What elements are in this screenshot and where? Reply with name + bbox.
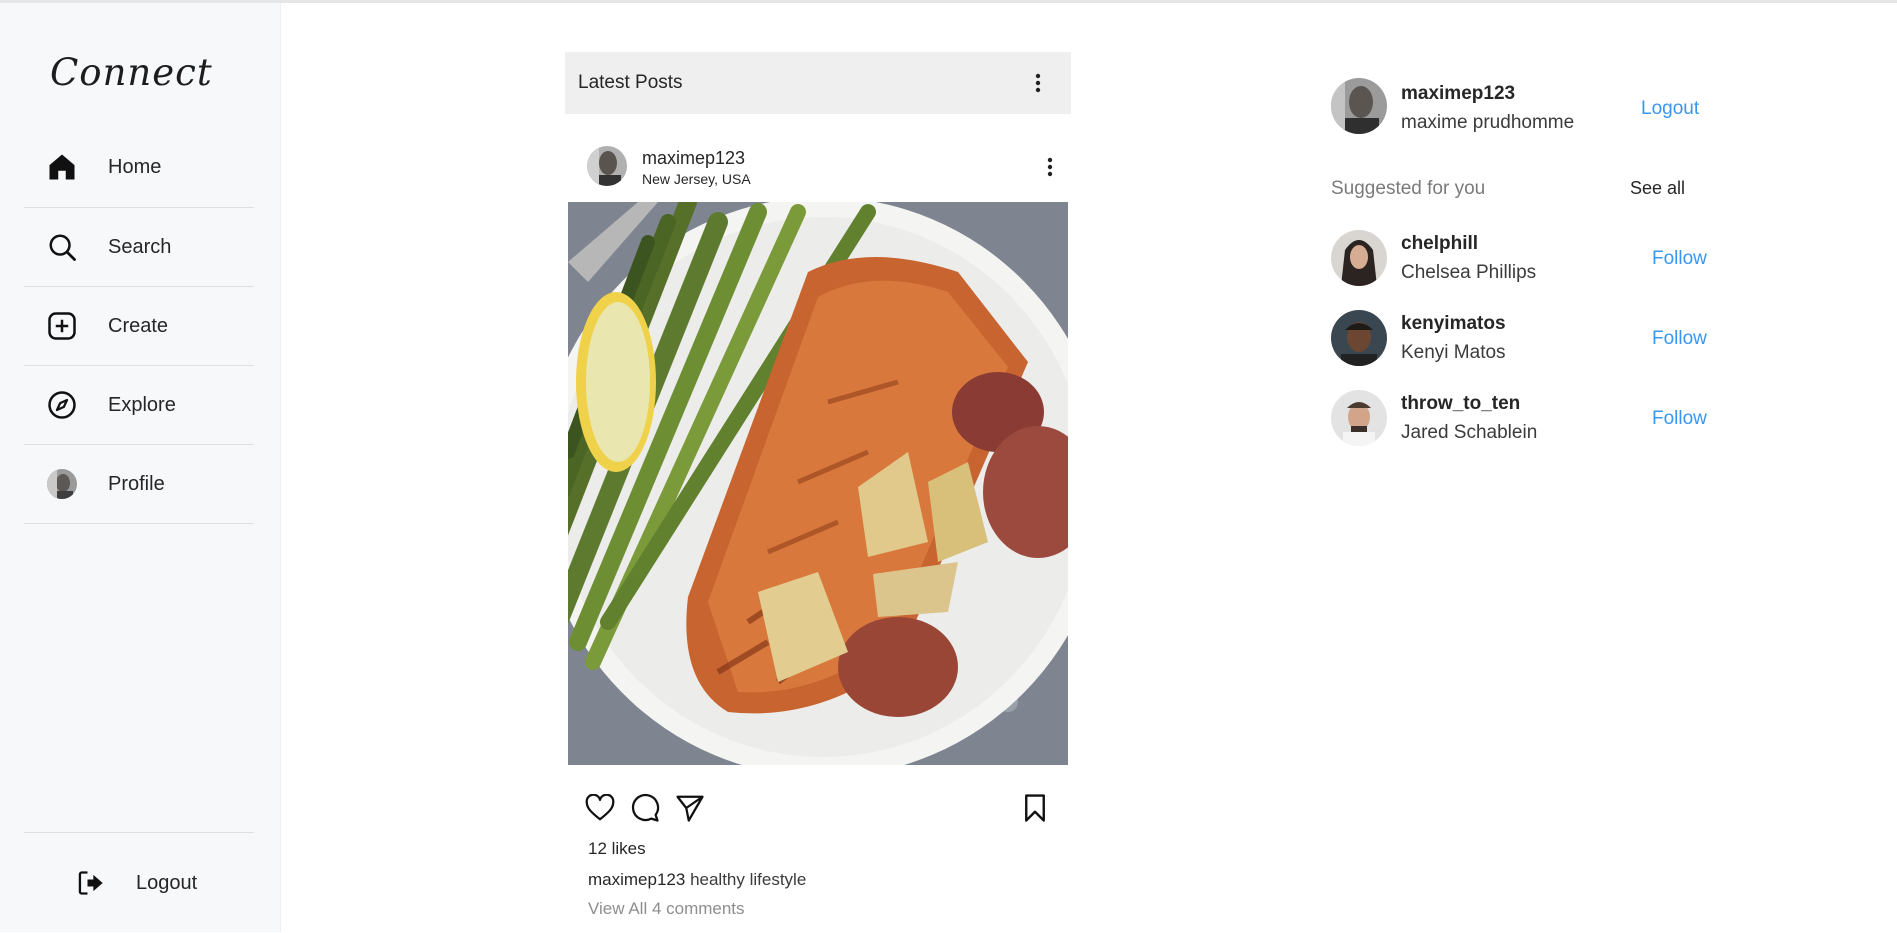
more-options-icon[interactable] — [1035, 152, 1065, 182]
avatar — [46, 468, 78, 500]
sidebar-item-label: Profile — [108, 472, 165, 495]
suggestion-fullname: Chelsea Phillips — [1401, 262, 1537, 283]
suggestion-username[interactable]: throw_to_ten — [1401, 393, 1520, 415]
sidebar-logout[interactable]: Logout — [24, 832, 254, 933]
post-location: New Jersey, USA — [642, 171, 751, 187]
avatar[interactable] — [1331, 310, 1387, 366]
avatar[interactable] — [1331, 78, 1387, 134]
post-header: maximep123 New Jersey, USA — [565, 114, 1071, 202]
caption-text: healthy lifestyle — [690, 870, 807, 889]
home-icon — [46, 151, 78, 183]
follow-button[interactable]: Follow — [1652, 248, 1707, 270]
suggestion-item: throw_to_ten Jared Schablein Follow — [1331, 390, 1731, 448]
salmon-plate-image — [568, 202, 1068, 765]
feed-header: Latest Posts — [565, 52, 1071, 114]
search-icon — [46, 231, 78, 263]
suggestion-fullname: Jared Schablein — [1401, 422, 1538, 443]
follow-button[interactable]: Follow — [1652, 328, 1707, 350]
sidebar-item-label: Create — [108, 314, 169, 337]
caption-username[interactable]: maximep123 — [588, 870, 685, 889]
post-image[interactable] — [568, 202, 1068, 765]
brand-logo[interactable]: Connect — [50, 51, 213, 94]
follow-button[interactable]: Follow — [1652, 408, 1707, 430]
compass-icon — [46, 389, 78, 421]
post-caption: maximep123 healthy lifestyle — [588, 870, 806, 890]
plus-square-icon — [46, 310, 78, 342]
sidebar-item-create[interactable]: Create — [24, 287, 254, 366]
right-panel: maximep123 maxime prudhomme Logout Sugge… — [1331, 78, 1731, 446]
sidebar-item-search[interactable]: Search — [24, 208, 254, 287]
sidebar-item-profile[interactable]: Profile — [24, 445, 254, 524]
post-actions — [565, 787, 1071, 827]
suggestion-username[interactable]: kenyimatos — [1401, 313, 1506, 335]
suggestion-item: kenyimatos Kenyi Matos Follow — [1331, 310, 1731, 368]
more-options-icon[interactable] — [1023, 68, 1053, 98]
suggestion-username[interactable]: chelphill — [1401, 233, 1478, 255]
current-user: maximep123 maxime prudhomme Logout — [1331, 78, 1731, 136]
sidebar-nav: Home Search Create Explore Profile — [24, 127, 254, 524]
suggestions-header: Suggested for you See all — [1331, 178, 1711, 200]
comment-icon[interactable] — [628, 791, 662, 825]
sign-out-icon — [76, 868, 106, 898]
suggestion-item: chelphill Chelsea Phillips Follow — [1331, 230, 1731, 288]
sidebar-logout-label: Logout — [136, 871, 198, 894]
sidebar-item-home[interactable]: Home — [24, 127, 254, 208]
bookmark-icon[interactable] — [1018, 791, 1052, 825]
share-icon[interactable] — [673, 791, 707, 825]
see-all-link[interactable]: See all — [1630, 178, 1685, 199]
sidebar: Connect Home Search Create Explore Profi… — [0, 3, 281, 932]
sidebar-item-label: Search — [108, 235, 172, 258]
likes-count: 12 likes — [588, 839, 646, 858]
suggestions-title: Suggested for you — [1331, 178, 1486, 199]
sidebar-item-label: Explore — [108, 393, 176, 416]
current-fullname: maxime prudhomme — [1401, 112, 1575, 133]
feed-title: Latest Posts — [578, 72, 683, 93]
suggestion-fullname: Kenyi Matos — [1401, 342, 1506, 363]
sidebar-item-explore[interactable]: Explore — [24, 366, 254, 445]
post-card: maximep123 New Jersey, USA 12 likes maxi… — [565, 114, 1071, 918]
avatar[interactable] — [1331, 230, 1387, 286]
logout-link[interactable]: Logout — [1641, 98, 1699, 120]
sidebar-item-label: Home — [108, 155, 162, 178]
avatar[interactable] — [587, 146, 627, 186]
heart-icon[interactable] — [583, 791, 617, 825]
avatar[interactable] — [1331, 390, 1387, 446]
view-comments-link[interactable]: View All 4 comments — [588, 899, 745, 919]
top-divider — [0, 0, 1897, 3]
post-username[interactable]: maximep123 — [642, 148, 745, 169]
current-username[interactable]: maximep123 — [1401, 83, 1515, 105]
